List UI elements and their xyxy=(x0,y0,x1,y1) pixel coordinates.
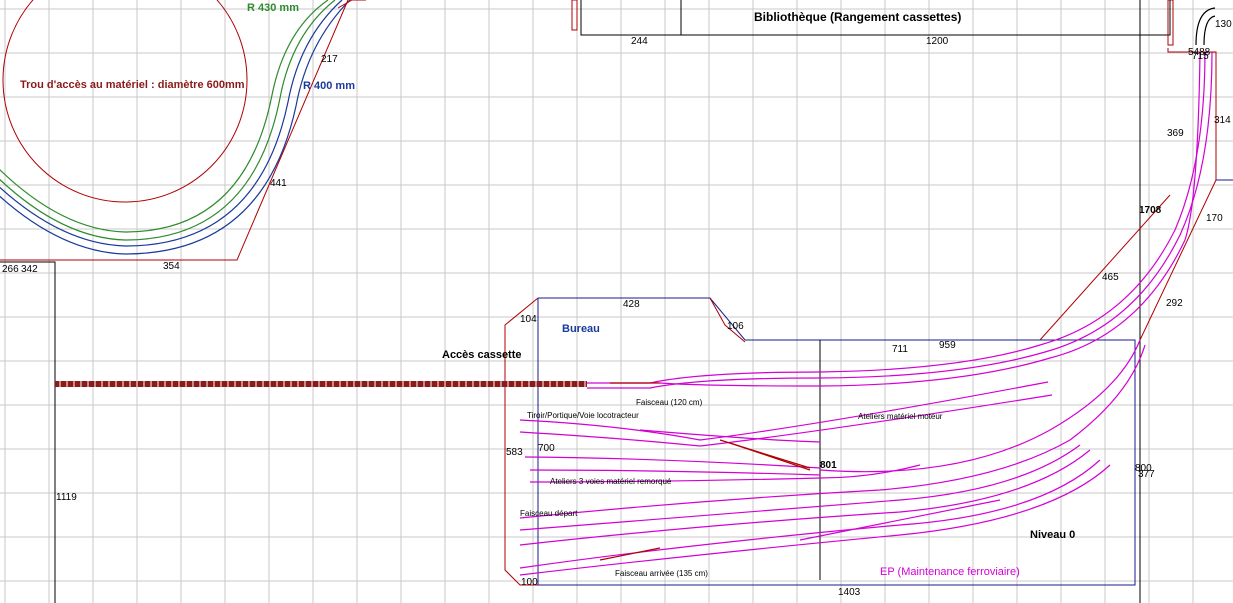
dimension-label: 583 xyxy=(506,447,523,458)
access-hole-circle xyxy=(2,0,248,203)
dimension-label: 342 xyxy=(21,264,38,275)
dimension-label: 369 xyxy=(1167,128,1184,139)
dimension-label: 244 xyxy=(631,36,648,47)
dimension-label: 104 xyxy=(520,314,537,325)
level-label: Niveau 0 xyxy=(1030,529,1075,541)
dimension-label: 428 xyxy=(623,299,640,310)
dimension-label: 700 xyxy=(538,443,555,454)
dimension-label: 1708 xyxy=(1139,205,1162,216)
helix-area xyxy=(0,0,366,261)
yard-tracks xyxy=(519,51,1213,576)
dimension-label: 1403 xyxy=(838,587,861,598)
dimension-label: 217 xyxy=(321,54,338,65)
helix-track-green-outer xyxy=(0,0,336,241)
office-label: Bureau xyxy=(562,323,600,335)
drawer-label: Tiroir/Portique/Voie locotracteur xyxy=(527,411,639,420)
left-wall xyxy=(0,261,56,603)
arrival-yard-label: Faisceau arrivée (135 cm) xyxy=(615,569,708,578)
labels: Trou d'accès au matériel : diamètre 600m… xyxy=(20,2,1075,578)
towed-workshop-label: Ateliers 3 voies matériel remorqué xyxy=(550,477,672,486)
dimension-label: 711 xyxy=(892,344,908,355)
office-room xyxy=(537,297,1136,586)
engine-workshop-label: Ateliers matériel moteur xyxy=(858,412,943,421)
departure-yard-label: Faisceau départ xyxy=(520,509,578,518)
dimension-label: 106 xyxy=(727,321,744,332)
dimension-label: 715 xyxy=(1192,51,1209,62)
library-label: Bibliothèque (Rangement cassettes) xyxy=(754,10,961,24)
dimension-labels: 217 441 354 266 342 244 1200 130 5488 71… xyxy=(2,19,1232,598)
radius-400-label: R 400 mm xyxy=(303,80,355,92)
dimension-label: 441 xyxy=(270,178,287,189)
dimension-label: 130 xyxy=(1215,19,1232,30)
maintenance-label: EP (Maintenance ferroviaire) xyxy=(880,566,1020,578)
dimension-label: 292 xyxy=(1166,298,1183,309)
dimension-label: 959 xyxy=(939,340,956,351)
helix-wall xyxy=(0,0,349,261)
dimension-label: 1200 xyxy=(926,36,949,47)
dimension-label: 354 xyxy=(163,261,180,272)
dimension-label: 377 xyxy=(1138,469,1155,480)
helix-track-blue-outer xyxy=(0,0,351,255)
dimension-label: 465 xyxy=(1102,272,1119,283)
cassette-track xyxy=(55,381,587,387)
cassette-access-label: Accès cassette xyxy=(442,349,522,361)
dimension-label: 801 xyxy=(820,460,837,471)
access-hole-label: Trou d'accès au matériel : diamètre 600m… xyxy=(20,79,245,91)
dimension-label: 170 xyxy=(1206,213,1223,224)
yard-120-label: Faisceau (120 cm) xyxy=(636,398,703,407)
radius-430-label: R 430 mm xyxy=(247,2,299,14)
dimension-label: 314 xyxy=(1214,115,1231,126)
helix-wall-top xyxy=(337,0,366,9)
dimension-label: 266 xyxy=(2,264,19,275)
dimension-label: 100 xyxy=(521,577,538,588)
dimension-label: 1119 xyxy=(56,492,77,503)
layout-plan-canvas: Trou d'accès au matériel : diamètre 600m… xyxy=(0,0,1233,603)
